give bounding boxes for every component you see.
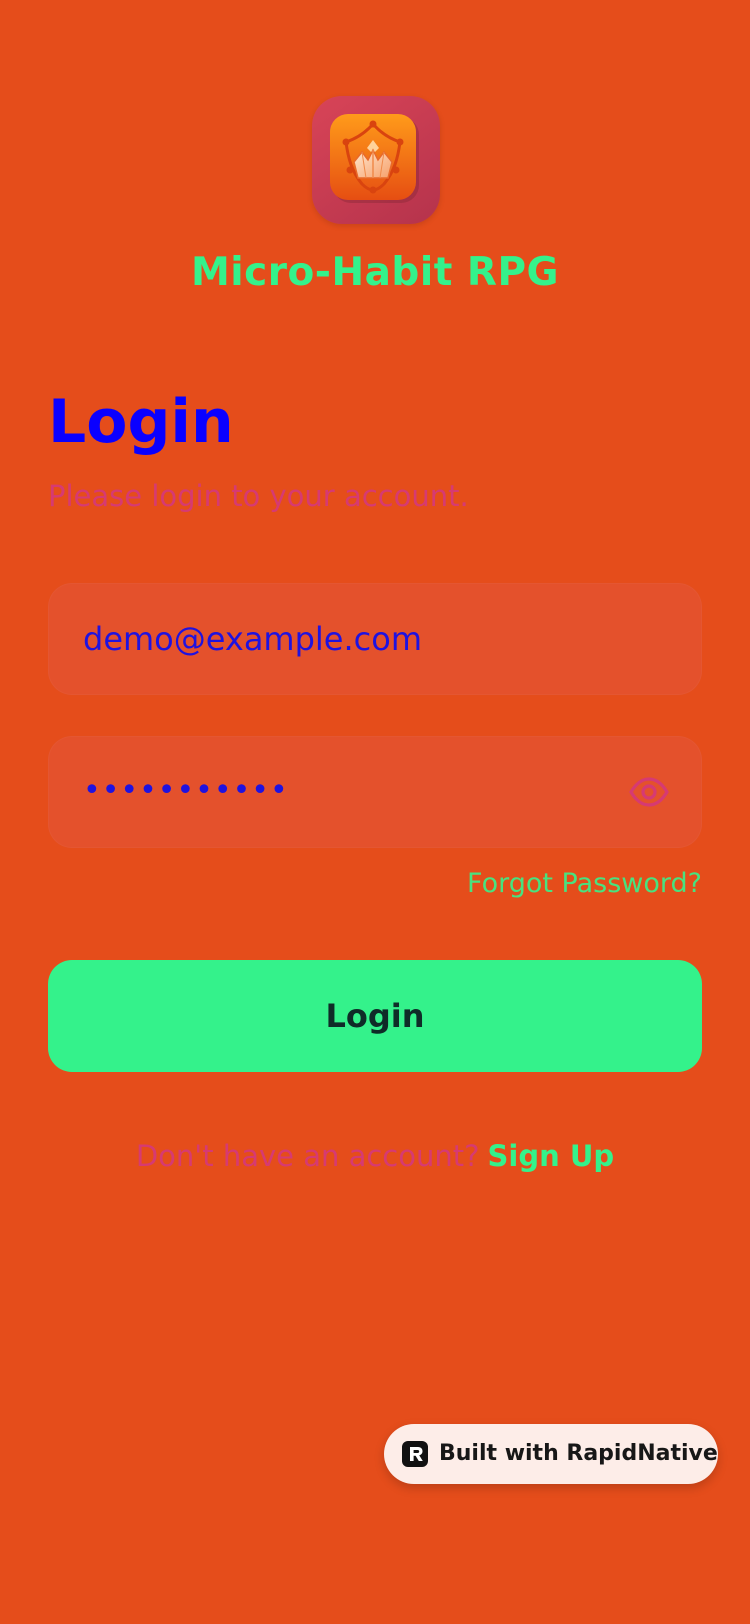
login-subtitle: Please login to your account. bbox=[48, 479, 469, 513]
email-field[interactable] bbox=[83, 584, 623, 694]
password-field-container bbox=[48, 735, 702, 848]
rapidnative-label: Built with RapidNative bbox=[439, 1441, 718, 1466]
email-field-container bbox=[48, 583, 702, 695]
app-logo-icon bbox=[312, 96, 440, 224]
signup-row: Don't have an account? Sign Up bbox=[0, 1136, 750, 1176]
sign-up-link[interactable]: Sign Up bbox=[488, 1139, 615, 1173]
eye-icon[interactable] bbox=[629, 774, 669, 810]
app-title: Micro-Habit RPG bbox=[190, 250, 560, 295]
page-title: Login bbox=[48, 387, 234, 457]
login-button[interactable]: Login bbox=[48, 960, 702, 1072]
password-field[interactable] bbox=[83, 735, 623, 845]
forgot-password-link[interactable]: Forgot Password? bbox=[467, 866, 702, 902]
rapidnative-logo-icon bbox=[402, 1441, 428, 1467]
built-with-rapidnative-badge[interactable]: Built with RapidNative bbox=[384, 1424, 718, 1484]
signup-prompt: Don't have an account? bbox=[135, 1139, 480, 1173]
